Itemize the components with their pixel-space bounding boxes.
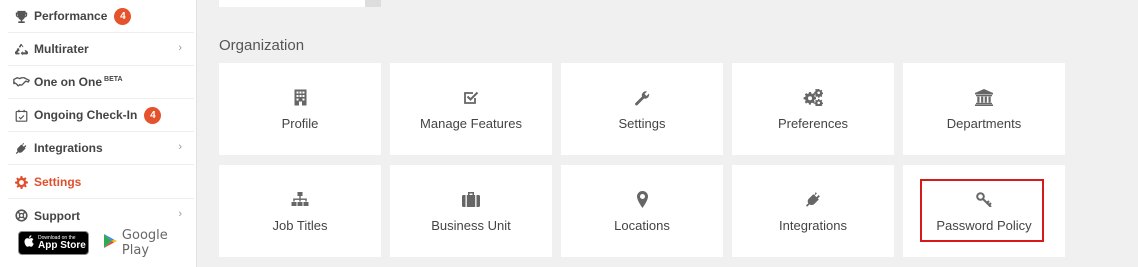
key-icon xyxy=(975,190,993,210)
previous-card-shadow xyxy=(365,0,381,7)
recycle-icon xyxy=(8,43,34,56)
app-store-big-text: App Store xyxy=(38,239,86,251)
notification-badge: 4 xyxy=(114,7,132,25)
card-label: Password Policy xyxy=(936,217,1032,233)
beta-label: BETA xyxy=(104,76,123,83)
trophy-icon xyxy=(8,10,34,23)
sidebar-item-label-text: One on One xyxy=(34,75,103,89)
card-label: Job Titles xyxy=(272,217,328,233)
card-label: Manage Features xyxy=(420,115,522,131)
sidebar-item-label: Integrations xyxy=(34,141,103,155)
briefcase-icon xyxy=(462,190,480,210)
sidebar-item-label: Settings xyxy=(34,175,82,189)
gear-icon xyxy=(8,175,34,189)
sidebar-item-label: Ongoing Check-In xyxy=(34,108,138,122)
sidebar-item-label: Support xyxy=(34,208,80,223)
institution-icon xyxy=(975,88,993,108)
google-play-button[interactable]: Google Play xyxy=(103,228,196,258)
map-marker-icon xyxy=(636,190,648,210)
plug-icon xyxy=(8,142,34,155)
handshake-icon xyxy=(8,76,34,88)
notification-badge: 4 xyxy=(144,106,162,124)
card-business-unit[interactable]: Business Unit xyxy=(390,165,552,257)
card-label: Business Unit xyxy=(431,217,511,233)
card-password-policy[interactable]: Password Policy xyxy=(903,165,1065,257)
card-label: Settings xyxy=(618,115,666,131)
chevron-right-icon: › xyxy=(178,141,182,153)
sidebar-item-settings[interactable]: Settings xyxy=(8,166,194,199)
sidebar: Performance 4 Multirater › One on One BET… xyxy=(0,0,197,267)
card-label: Integrations xyxy=(779,217,847,233)
sidebar-item-multirater[interactable]: Multirater › xyxy=(8,33,194,66)
apple-icon xyxy=(24,234,34,252)
card-integrations[interactable]: Integrations xyxy=(732,165,894,257)
card-label: Locations xyxy=(614,217,670,233)
card-preferences[interactable]: Preferences xyxy=(732,63,894,155)
google-play-icon xyxy=(103,233,118,253)
card-departments[interactable]: Departments xyxy=(903,63,1065,155)
calendar-check-icon xyxy=(8,109,34,122)
chevron-right-icon: › xyxy=(178,42,182,54)
card-locations[interactable]: Locations xyxy=(561,165,723,257)
card-label: Preferences xyxy=(777,115,849,131)
sidebar-item-label: Multirater xyxy=(34,42,89,56)
sidebar-item-label: Performance xyxy=(34,9,108,23)
section-title: Organization xyxy=(219,37,305,54)
chevron-right-icon: › xyxy=(178,208,182,220)
app-store-links: Download on the App Store Google Play xyxy=(18,228,196,258)
sitemap-icon xyxy=(291,190,309,210)
check-square-icon xyxy=(463,88,479,108)
card-label: Departments xyxy=(946,115,1022,131)
sidebar-item-ongoing-check-in[interactable]: Ongoing Check-In 4 xyxy=(8,99,194,132)
card-profile[interactable]: Profile xyxy=(219,63,381,155)
card-settings[interactable]: Settings xyxy=(561,63,723,155)
app-store-button[interactable]: Download on the App Store xyxy=(18,231,89,255)
plug-icon xyxy=(805,190,822,210)
sidebar-item-performance[interactable]: Performance 4 xyxy=(8,0,194,33)
google-play-label: Google Play xyxy=(121,228,168,258)
lifebuoy-icon xyxy=(8,209,34,222)
cogs-icon xyxy=(803,88,823,108)
wrench-icon xyxy=(634,88,650,108)
sidebar-item-one-on-one[interactable]: One on One BETA xyxy=(8,66,194,99)
previous-card-edge xyxy=(219,0,381,7)
sidebar-item-label: One on One BETA xyxy=(34,75,123,89)
building-icon xyxy=(294,88,307,108)
card-label: Profile xyxy=(281,115,319,131)
sidebar-item-integrations[interactable]: Integrations › xyxy=(8,132,194,165)
card-job-titles[interactable]: Job Titles xyxy=(219,165,381,257)
card-manage-features[interactable]: Manage Features xyxy=(390,63,552,155)
